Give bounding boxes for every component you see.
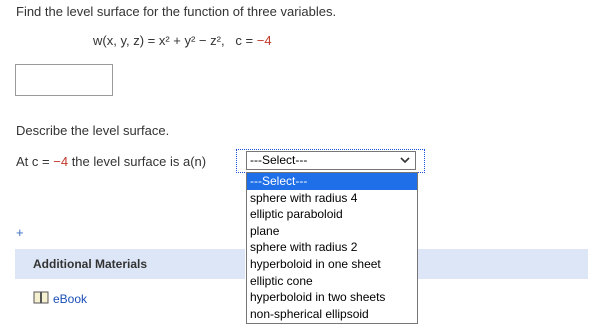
additional-materials-title: Additional Materials — [33, 257, 148, 271]
expand-plus-icon[interactable]: + — [16, 225, 24, 240]
c-label: c = — [235, 33, 254, 48]
c-value: −4 — [256, 33, 272, 48]
function-equation: w(x, y, z) = x² + y² − z², c = −4 — [93, 33, 272, 48]
answer-input[interactable] — [15, 64, 113, 96]
select-option[interactable]: sphere with radius 4 — [247, 190, 417, 207]
describe-instruction: Describe the level surface. — [16, 123, 170, 138]
ebook-link[interactable]: eBook — [53, 292, 87, 306]
equation-expression: w(x, y, z) = x² + y² − z², — [93, 33, 225, 48]
select-option[interactable]: elliptic cone — [247, 273, 417, 290]
select-option[interactable]: non-spherical ellipsoid — [247, 306, 417, 323]
at-c-value: −4 — [53, 154, 69, 169]
select-option[interactable]: plane — [247, 223, 417, 240]
at-c-suffix: the level surface is a(n) — [71, 154, 207, 169]
select-options-list: ---Select--- sphere with radius 4 ellipt… — [246, 172, 418, 324]
select-option[interactable]: elliptic paraboloid — [247, 206, 417, 223]
select-option[interactable]: hyperboloid in one sheet — [247, 256, 417, 273]
level-surface-sentence: At c = −4 the level surface is a(n) — [16, 154, 206, 169]
additional-materials-header-right — [418, 249, 588, 279]
book-icon — [33, 291, 49, 304]
select-option[interactable]: hyperboloid in two sheets — [247, 289, 417, 306]
select-option[interactable]: sphere with radius 2 — [247, 239, 417, 256]
select-current-value: ---Select--- — [250, 153, 308, 167]
chevron-down-icon — [400, 157, 410, 164]
surface-type-select[interactable]: ---Select--- — [246, 151, 416, 170]
select-option[interactable]: ---Select--- — [247, 173, 417, 190]
at-c-prefix: At c = — [16, 154, 50, 169]
question-prompt: Find the level surface for the function … — [16, 4, 337, 19]
